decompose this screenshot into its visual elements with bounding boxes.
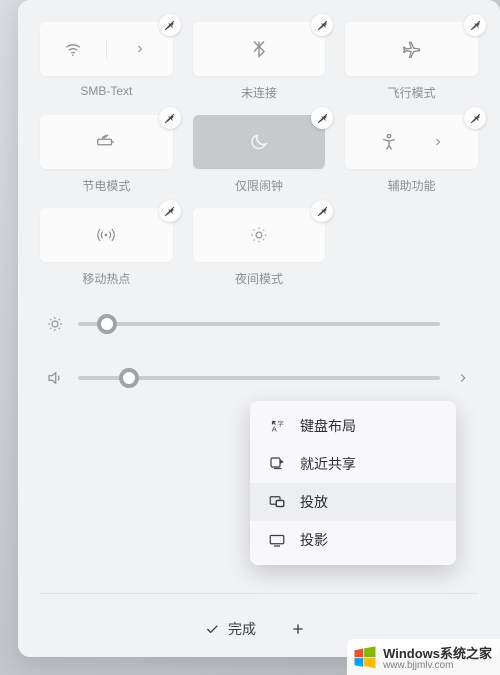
project-icon — [268, 531, 286, 549]
tile-wrap-wifi: SMB-Text — [40, 22, 173, 101]
tile-battery-saver[interactable] — [40, 115, 173, 169]
tile-wrap-bluetooth: 未连接 — [193, 22, 326, 101]
svg-text:字: 字 — [278, 420, 284, 428]
tile-bluetooth[interactable] — [193, 22, 326, 76]
tile-label: 夜间模式 — [235, 270, 283, 287]
popup-item-project[interactable]: 投影 — [250, 521, 456, 559]
watermark-main: Windows系统之家 — [383, 646, 492, 661]
done-label: 完成 — [228, 619, 256, 639]
bluetooth-icon — [249, 39, 269, 59]
tile-wifi-toggle[interactable] — [40, 39, 107, 59]
unpin-icon — [163, 112, 176, 125]
unpin-icon — [469, 19, 482, 32]
unpin-button[interactable] — [159, 107, 181, 129]
tile-wrap-a11y: 辅助功能 — [345, 115, 478, 194]
quick-settings-panel: SMB-Text 未连接 — [18, 0, 500, 657]
tile-wrap-airplane: 飞行模式 — [345, 22, 478, 101]
tile-label: 辅助功能 — [388, 177, 436, 194]
wifi-icon — [63, 39, 83, 59]
brightness-thumb[interactable] — [97, 314, 117, 334]
unpin-icon — [469, 112, 482, 125]
keyboard-layout-icon: A字 — [268, 417, 286, 435]
svg-text:A: A — [272, 424, 277, 433]
chevron-right-icon — [134, 43, 146, 55]
tile-wrap-nightlight: 夜间模式 — [193, 208, 326, 287]
tile-wrap-hotspot: 移动热点 — [40, 208, 173, 287]
sun-icon — [46, 315, 64, 333]
tiles-grid: SMB-Text 未连接 — [40, 22, 478, 287]
done-button[interactable]: 完成 — [204, 619, 256, 639]
tile-wrap-battery: 节电模式 — [40, 115, 173, 194]
plus-icon — [290, 621, 306, 637]
unpin-icon — [316, 19, 329, 32]
watermark-text: Windows系统之家 www.bjjmlv.com — [383, 643, 492, 671]
accessibility-icon — [379, 132, 399, 152]
brightness-slider-row — [46, 315, 472, 333]
nearby-share-icon — [268, 455, 286, 473]
volume-thumb[interactable] — [119, 368, 139, 388]
unpin-button[interactable] — [159, 14, 181, 36]
brightness-slider[interactable] — [78, 322, 440, 326]
tile-wifi-expand[interactable] — [107, 43, 173, 55]
moon-icon — [249, 132, 269, 152]
tile-wrap-focus: 仅限闹钟 — [193, 115, 326, 194]
unpin-button[interactable] — [311, 200, 333, 222]
tile-label: 移动热点 — [82, 270, 130, 287]
tile-label: 飞行模式 — [388, 84, 436, 101]
unpin-button[interactable] — [464, 14, 486, 36]
tile-label: 仅限闹钟 — [235, 177, 283, 194]
unpin-button[interactable] — [464, 107, 486, 129]
check-icon — [204, 621, 220, 637]
chevron-right-icon — [432, 136, 444, 148]
airplane-icon — [402, 39, 422, 59]
tile-label: 未连接 — [241, 84, 277, 101]
add-button[interactable] — [290, 621, 314, 637]
volume-slider[interactable] — [78, 376, 440, 380]
volume-expand[interactable] — [454, 371, 472, 385]
speaker-icon — [46, 369, 64, 387]
unpin-button[interactable] — [159, 200, 181, 222]
popup-label: 投影 — [300, 530, 328, 550]
unpin-button[interactable] — [311, 14, 333, 36]
popup-label: 就近共享 — [300, 454, 356, 474]
watermark-sub: www.bjjmlv.com — [383, 660, 492, 671]
sliders-section — [40, 315, 478, 387]
popup-label: 键盘布局 — [300, 416, 356, 436]
watermark: Windows系统之家 www.bjjmlv.com — [347, 639, 500, 675]
battery-saver-icon — [95, 131, 117, 153]
popup-label: 投放 — [300, 492, 328, 512]
tile-wifi[interactable] — [40, 22, 173, 76]
popup-item-cast[interactable]: 投放 — [250, 483, 456, 521]
volume-slider-row — [46, 369, 472, 387]
windows-logo-icon — [351, 645, 379, 669]
tile-nightlight[interactable] — [193, 208, 326, 262]
tile-label: SMB-Text — [80, 84, 132, 98]
night-light-icon — [249, 225, 269, 245]
popup-item-nearby[interactable]: 就近共享 — [250, 445, 456, 483]
popup-item-keyboard[interactable]: A字 键盘布局 — [250, 407, 456, 445]
unpin-button[interactable] — [311, 107, 333, 129]
unpin-icon — [316, 112, 329, 125]
unpin-icon — [163, 19, 176, 32]
hotspot-icon — [96, 225, 116, 245]
tile-label: 节电模式 — [82, 177, 130, 194]
unpin-icon — [163, 205, 176, 218]
tile-accessibility[interactable] — [345, 115, 478, 169]
tile-airplane[interactable] — [345, 22, 478, 76]
unpin-icon — [316, 205, 329, 218]
tile-hotspot[interactable] — [40, 208, 173, 262]
tile-focus-assist[interactable] — [193, 115, 326, 169]
cast-icon — [268, 493, 286, 511]
add-menu-popup: A字 键盘布局 就近共享 投放 投影 — [250, 401, 456, 565]
